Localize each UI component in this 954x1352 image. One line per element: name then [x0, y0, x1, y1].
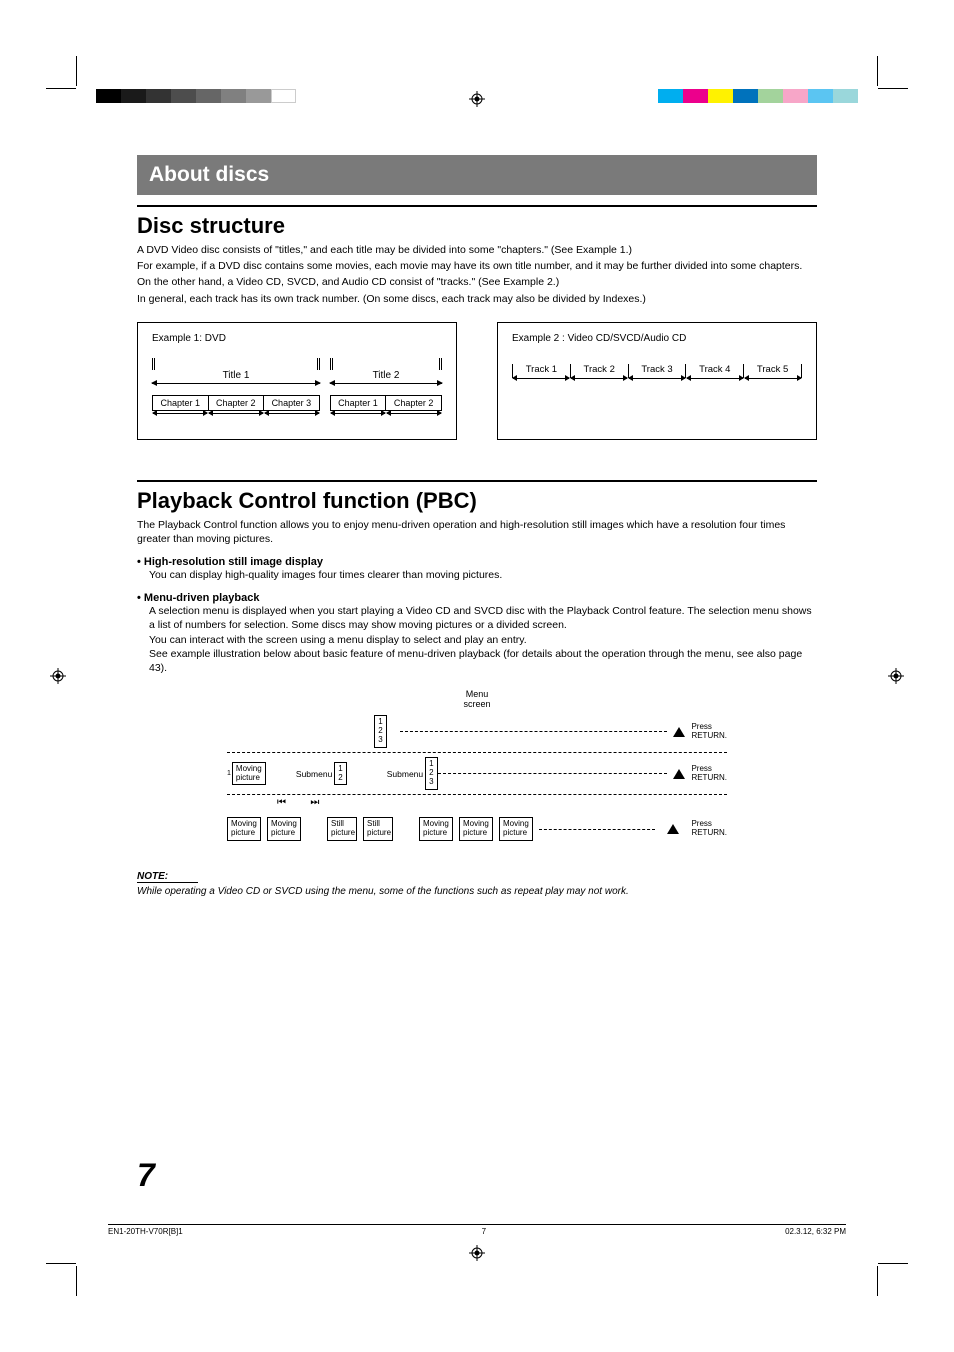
footer-center: 7 [482, 1227, 486, 1236]
track-cell: Track 1 [512, 364, 570, 378]
moving-picture-box: Moving picture [419, 817, 453, 841]
horizontal-rule [137, 480, 817, 482]
example-caption: Example 1: DVD [152, 333, 442, 344]
trim-mark [76, 56, 77, 86]
moving-picture-box: Moving picture [459, 817, 493, 841]
example-caption: Example 2 : Video CD/SVCD/Audio CD [512, 333, 802, 344]
paragraph: In general, each track has its own track… [137, 292, 817, 306]
example-2-box: Example 2 : Video CD/SVCD/Audio CD Track… [497, 322, 817, 440]
press-return-label: Press RETURN. [691, 820, 727, 838]
title-1-label: Title 1 [152, 370, 320, 383]
moving-picture-box: Moving picture [267, 817, 301, 841]
still-picture-box: Still picture [327, 817, 357, 841]
registration-mark-icon [469, 91, 485, 107]
footer-left: EN1-20TH-V70R[B]1 [108, 1227, 183, 1236]
up-arrow-icon [667, 824, 679, 834]
footer-right: 02.3.12, 6:32 PM [785, 1227, 846, 1236]
bullet-body: See example illustration below about bas… [149, 647, 817, 675]
horizontal-rule [137, 205, 817, 207]
heading-pbc: Playback Control function (PBC) [137, 488, 817, 514]
bullet-body: You can interact with the screen using a… [149, 633, 817, 647]
chapter-cell: Chapter 1 [153, 396, 209, 410]
footer: EN1-20TH-V70R[B]1 7 02.3.12, 6:32 PM [108, 1224, 846, 1236]
page-number: 7 [137, 1157, 155, 1194]
track-cell: Track 2 [570, 364, 628, 378]
cmyk-colorbar [658, 89, 858, 103]
press-return-label: Press RETURN. [691, 765, 727, 783]
chapter-cell: Chapter 2 [386, 396, 441, 410]
trim-mark [878, 88, 908, 89]
grayscale-colorbar [96, 89, 296, 103]
trim-mark [46, 88, 76, 89]
chapter-cell: Chapter 3 [264, 396, 319, 410]
menu-flow-diagram: Menu screen 1 2 3 Press RETURN. 1 Moving… [227, 689, 727, 850]
still-picture-box: Still picture [363, 817, 393, 841]
example-1-box: Example 1: DVD Title 1 Title 2 [137, 322, 457, 440]
submenu-box: 1 2 3 [425, 757, 437, 789]
moving-picture-box: Moving picture [232, 762, 266, 786]
submenu-label: Submenu [387, 769, 423, 779]
chapter-cell: Chapter 2 [209, 396, 265, 410]
section-banner: About discs [137, 155, 817, 195]
trim-mark [76, 1266, 77, 1296]
paragraph: A DVD Video disc consists of "titles," a… [137, 243, 817, 257]
bullet-body: A selection menu is displayed when you s… [149, 604, 817, 632]
paragraph: For example, if a DVD disc contains some… [137, 259, 817, 273]
trim-mark [877, 56, 878, 86]
paragraph: On the other hand, a Video CD, SVCD, and… [137, 275, 817, 289]
registration-mark-icon [888, 668, 904, 684]
press-return-label: Press RETURN. [691, 723, 727, 741]
paragraph: The Playback Control function allows you… [137, 518, 817, 546]
menu-screen-box: 1 2 3 [374, 715, 386, 747]
submenu-label: Submenu [296, 769, 332, 779]
title-2-label: Title 2 [330, 370, 442, 383]
moving-picture-box: Moving picture [227, 817, 261, 841]
menu-screen-label: Menu screen [227, 689, 727, 709]
bullet-heading: • High-resolution still image display [137, 556, 817, 568]
skip-icons: ⏮ ⏭ [277, 797, 727, 808]
submenu-box: 1 2 [334, 762, 346, 786]
heading-disc-structure: Disc structure [137, 213, 817, 239]
trim-mark [878, 1263, 908, 1264]
trim-mark [877, 1266, 878, 1296]
moving-picture-box: Moving picture [499, 817, 533, 841]
track-cell: Track 4 [685, 364, 743, 378]
bullet-heading: • Menu-driven playback [137, 592, 817, 604]
up-arrow-icon [673, 769, 685, 779]
chapter-cell: Chapter 1 [331, 396, 387, 410]
track-cell: Track 5 [743, 364, 802, 378]
track-cell: Track 3 [628, 364, 686, 378]
trim-mark [46, 1263, 76, 1264]
registration-mark-icon [469, 1245, 485, 1261]
bullet-body: You can display high-quality images four… [149, 568, 817, 582]
registration-mark-icon [50, 668, 66, 684]
note-body: While operating a Video CD or SVCD using… [137, 886, 817, 897]
up-arrow-icon [673, 727, 685, 737]
note-heading: NOTE: [137, 871, 198, 883]
